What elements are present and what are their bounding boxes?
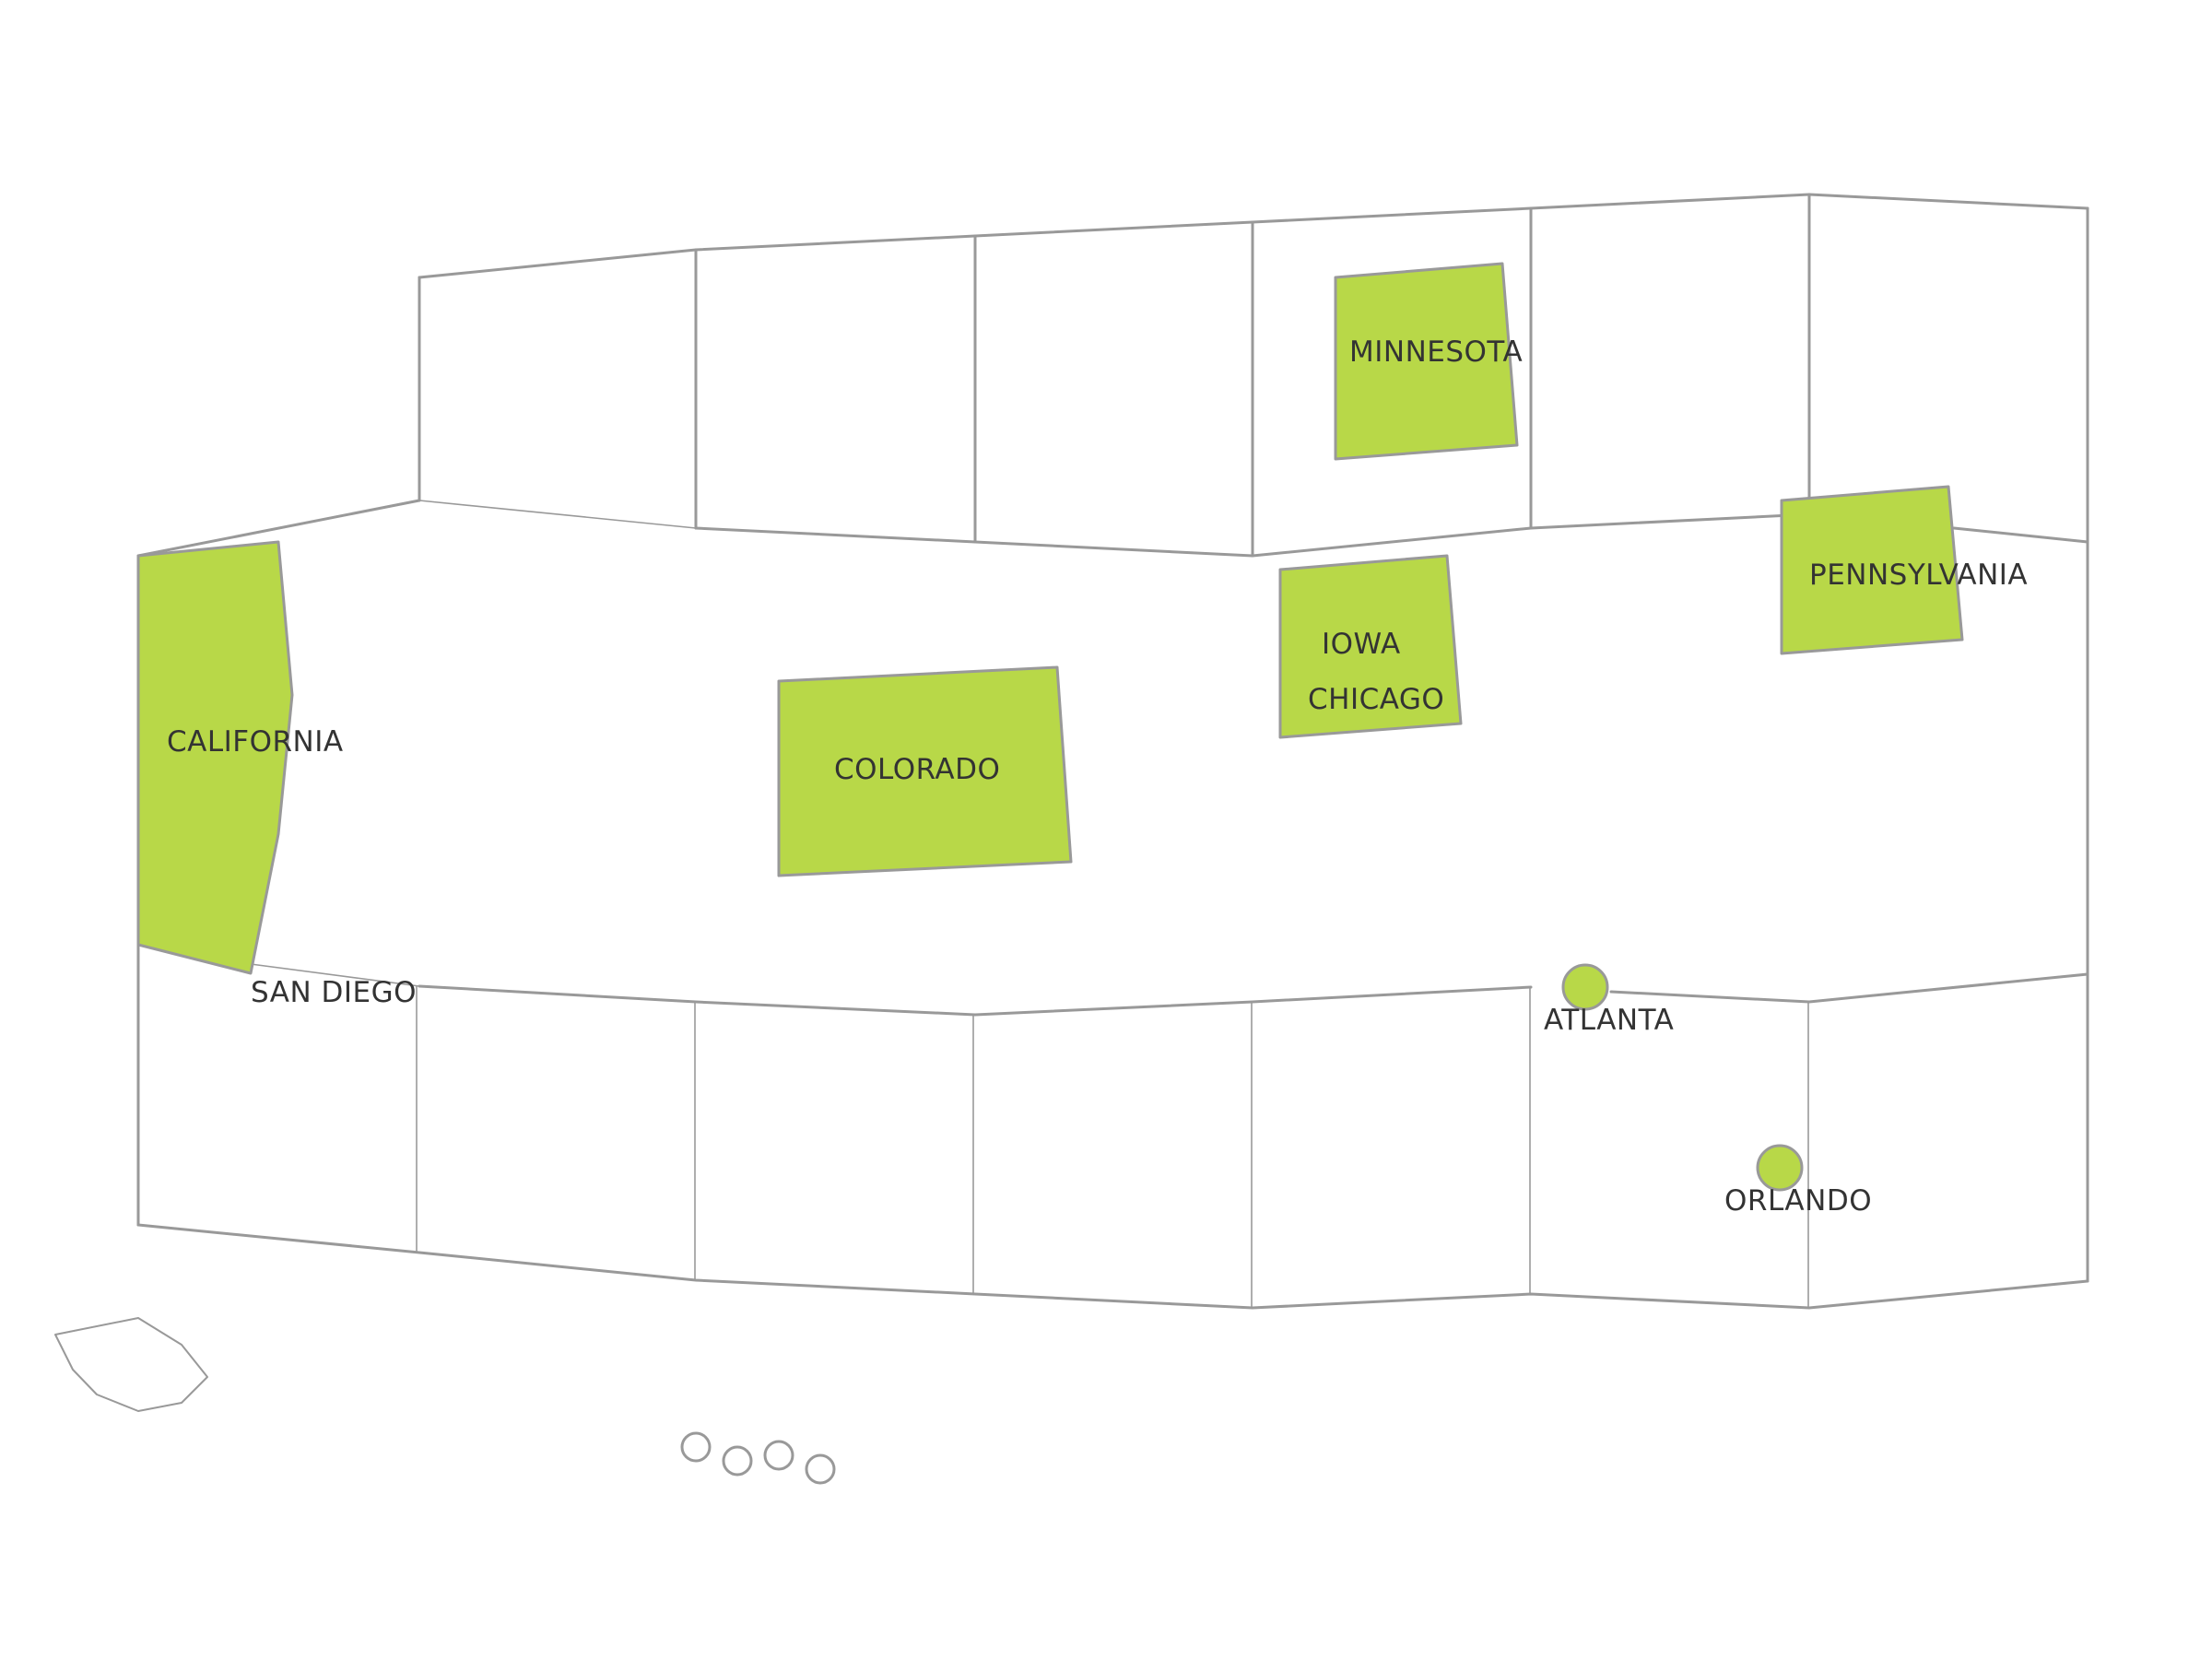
highlighted-regions xyxy=(136,262,1964,975)
hawaii-island-outline xyxy=(680,1431,712,1463)
map-grid xyxy=(54,193,2089,1485)
region-label-california: CALIFORNIA xyxy=(167,725,344,759)
region-label-pennsylvania: PENNSYLVANIA xyxy=(1809,559,2028,592)
region-label-iowa: IOWA xyxy=(1322,628,1401,661)
region-label-minnesota: MINNESOTA xyxy=(1349,335,1523,369)
city-label-san-diego: SAN DIEGO xyxy=(251,976,417,1009)
city-marker-atlanta[interactable] xyxy=(1561,963,1609,1011)
bottom-row-lower-edge xyxy=(136,1223,2089,1310)
hawaii-island-outline xyxy=(805,1453,836,1485)
top-row-lower-edge xyxy=(1952,526,2089,544)
middle-row-lower-edge xyxy=(1609,972,2089,1004)
top-row-lower-edge xyxy=(418,500,697,529)
city-label-atlanta: ATLANTA xyxy=(1544,1004,1674,1037)
hawaii-island-outline xyxy=(763,1440,794,1471)
city-label-orlando: ORLANDO xyxy=(1724,1184,1872,1218)
hawaii-island-outline xyxy=(722,1445,753,1477)
city-marker-orlando[interactable] xyxy=(1756,1144,1804,1192)
us-tile-map: CALIFORNIA COLORADO MINNESOTA IOWA PENNSYLVA… xyxy=(54,193,2089,1485)
alaska-outline xyxy=(54,1317,208,1412)
middle-row-lower-edge xyxy=(418,984,1533,1017)
city-label-chicago: CHICAGO xyxy=(1308,683,1444,716)
map-labels: CALIFORNIA COLORADO MINNESOTA IOWA PENNSYLVA… xyxy=(167,335,2028,1218)
region-label-colorado: COLORADO xyxy=(834,753,1000,786)
